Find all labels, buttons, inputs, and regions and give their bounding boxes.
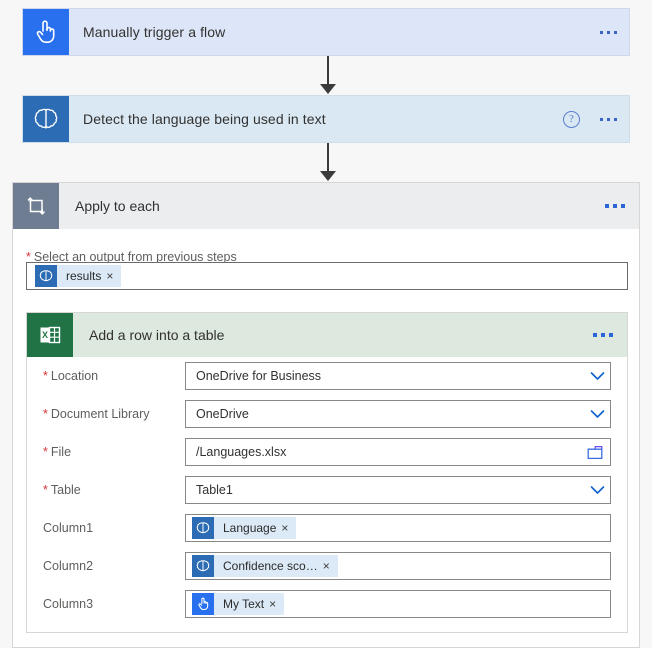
field-input-column3[interactable]: My Text × [185,590,611,618]
excel-form-fields: * Location OneDrive for Business * Document … [27,357,627,623]
chevron-down-icon[interactable] [584,485,610,495]
field-label-text: Location [50,369,99,383]
hand-pointer-icon [192,593,214,615]
excel-card-title: Add a row into a table [89,327,225,343]
chevron-down-icon[interactable] [584,371,610,381]
connector-arrow-1 [318,56,338,95]
required-indicator: * [43,445,48,459]
excel-card-header[interactable]: X Add a row into a table [27,313,627,357]
close-icon[interactable]: × [106,269,121,283]
chevron-down-icon[interactable] [584,409,610,419]
required-indicator: * [43,407,48,421]
field-value: Table1 [196,483,233,497]
field-input-file[interactable]: /Languages.xlsx [185,438,611,466]
field-label-column3: Column3 [43,597,185,611]
detect-card-body: Detect the language being used in text ? [69,96,629,142]
token-chip-label: results [66,269,102,283]
form-row-table: * Table Table1 [27,471,627,509]
folder-icon[interactable] [580,445,610,460]
field-label-text: Column3 [43,597,94,611]
apply-to-each-title: Apply to each [75,198,160,214]
svg-text:X: X [42,330,48,340]
brain-icon [192,555,214,577]
field-label-text: Table [50,483,81,497]
apply-to-each-header[interactable]: Apply to each [13,183,639,229]
flow-step-trigger[interactable]: Manually trigger a flow [22,8,630,56]
token-chip-results[interactable]: results × [35,265,122,287]
trigger-title: Manually trigger a flow [83,24,226,40]
field-input-table[interactable]: Table1 [185,476,611,504]
form-row-column1: Column1 Language × [27,509,627,547]
field-label-column2: Column2 [43,559,185,573]
apply-to-each-more-options-button[interactable] [603,198,627,214]
close-icon[interactable]: × [269,597,284,611]
field-label-file: * File [43,445,185,459]
detect-more-options-button[interactable] [598,112,619,127]
select-output-input[interactable]: results × [26,262,628,290]
required-indicator: * [43,369,48,383]
field-input-column2[interactable]: Confidence sco… × [185,552,611,580]
field-label-location: * Location [43,369,185,383]
brain-icon [23,96,69,142]
brain-icon [35,265,57,287]
excel-more-options-button[interactable] [591,327,615,343]
apply-to-each-header-body: Apply to each [59,183,639,229]
token-chip-label: Confidence sco… [223,559,318,573]
flow-step-add-row-into-table[interactable]: X Add a row into a table * Location OneDri… [26,312,628,633]
field-input-location[interactable]: OneDrive for Business [185,362,611,390]
field-label-text: Column1 [43,521,94,535]
field-label-column1: Column1 [43,521,185,535]
connector-arrow-2 [318,143,338,182]
trigger-more-options-button[interactable] [598,25,619,40]
form-row-document-library: * Document Library OneDrive [27,395,627,433]
field-label-text: Column2 [43,559,94,573]
required-indicator: * [43,483,48,497]
brain-icon [192,517,214,539]
form-row-file: * File/Languages.xlsx [27,433,627,471]
field-value: OneDrive for Business [196,369,322,383]
token-chip-label: My Text [223,597,265,611]
help-icon[interactable]: ? [563,110,580,128]
token-chip-confidence-sco[interactable]: Confidence sco… × [192,555,338,577]
token-chip-language[interactable]: Language × [192,517,297,539]
close-icon[interactable]: × [281,521,296,535]
field-label-text: File [50,445,72,459]
form-row-column2: Column2 Confidence sco… × [27,547,627,585]
field-value: OneDrive [196,407,249,421]
close-icon[interactable]: × [323,559,338,573]
trigger-card-body: Manually trigger a flow [69,9,629,55]
excel-icon: X [27,313,73,357]
form-row-location: * Location OneDrive for Business [27,357,627,395]
token-chip-label: Language [223,521,277,535]
flow-step-detect-language[interactable]: Detect the language being used in text ? [22,95,630,143]
excel-card-header-body: Add a row into a table [73,313,627,357]
field-label-document-library: * Document Library [43,407,185,421]
field-label-text: Document Library [50,407,150,421]
loop-icon [13,183,59,229]
form-row-column3: Column3 My Text × [27,585,627,623]
token-chip-my-text[interactable]: My Text × [192,593,285,615]
detect-title: Detect the language being used in text [83,111,326,127]
field-label-table: * Table [43,483,185,497]
field-input-document-library[interactable]: OneDrive [185,400,611,428]
hand-pointer-icon [23,9,69,55]
field-input-column1[interactable]: Language × [185,514,611,542]
field-value: /Languages.xlsx [196,445,287,459]
